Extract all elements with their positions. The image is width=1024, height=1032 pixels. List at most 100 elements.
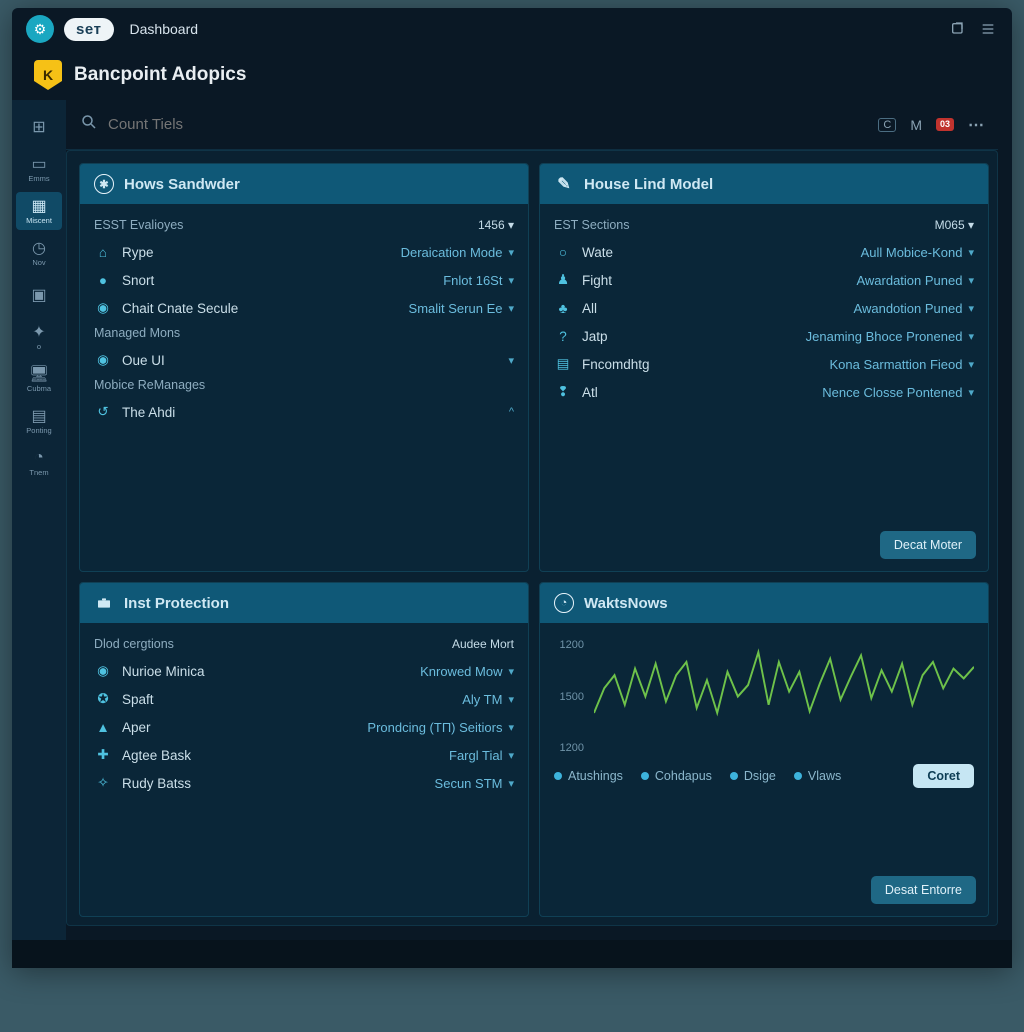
- sidebar-item-8[interactable]: ◔Tnem: [16, 444, 62, 482]
- page-title: Dashboard: [130, 21, 199, 37]
- legend-item[interactable]: Dsige: [730, 769, 776, 783]
- controls-c-icon[interactable]: С: [878, 118, 896, 132]
- footer-strip: [12, 940, 1012, 968]
- section-label: ESST Evalioyes: [94, 218, 183, 232]
- setting-row[interactable]: ●SnortFnlot 16St ▾: [94, 266, 514, 294]
- menu-list-icon[interactable]: [978, 19, 998, 39]
- sidebar-item-7[interactable]: ▤Ponting: [16, 402, 62, 440]
- panel2-badge: M065 ▾: [935, 218, 974, 232]
- row-name: Chait Cnate Secule: [122, 301, 238, 316]
- row-value[interactable]: ^: [509, 406, 514, 418]
- sidebar-item-4[interactable]: ▣: [16, 276, 62, 314]
- panel2-section-label: EST Sections: [554, 218, 630, 232]
- sidebar: ⊞▭Emms▦Miscent◷Nov▣✦o🖥Cubma▤Ponting◔Tnem: [12, 100, 66, 940]
- row-value[interactable]: Fargl Tial ▾: [449, 748, 514, 763]
- row-name: Fight: [582, 273, 612, 288]
- decat-moter-button[interactable]: Decat Moter: [880, 531, 976, 559]
- sidebar-icon-3: ◷: [30, 239, 48, 257]
- setting-row[interactable]: ◉Chait Cnate SeculeSmalit Serun Ee ▾: [94, 294, 514, 322]
- row-value[interactable]: Knrowed Mow ▾: [420, 664, 514, 679]
- row-value[interactable]: Awandotion Puned ▾: [854, 301, 974, 316]
- row-name: At‪l: [582, 385, 598, 400]
- setting-row[interactable]: ↺The Ahdi ^: [94, 398, 514, 426]
- row-value[interactable]: Jenaming Bhoce Pronened ▾: [806, 329, 974, 344]
- sidebar-icon-6: 🖥: [30, 365, 48, 383]
- legend-dot-icon: [554, 772, 562, 780]
- row-value[interactable]: Aly TM ▾: [462, 692, 514, 707]
- legend-item[interactable]: Atushings: [554, 769, 623, 783]
- globe-icon: ✪: [94, 690, 112, 708]
- sidebar-label-1: Emms: [28, 175, 49, 183]
- row-value[interactable]: Deraication Mode ▾: [401, 245, 514, 260]
- row-value[interactable]: Secun STM ▾: [435, 776, 514, 791]
- setting-row[interactable]: ▲ Aper Prondcing (TП) Seitiors ▾: [94, 713, 514, 741]
- setting-row[interactable]: ❢At‪lNence Closse Pontened ▾: [554, 378, 974, 406]
- row-value[interactable]: Prondcing (TП) Seitiors ▾: [367, 720, 514, 735]
- list-icon: ▤: [554, 355, 572, 373]
- radio-icon: ◉: [94, 662, 112, 680]
- row-value[interactable]: Fnlot 16St ▾: [443, 273, 514, 288]
- setting-row[interactable]: ♟FightAwardation Puned ▾: [554, 266, 974, 294]
- logo-icon: ⚙: [26, 15, 54, 43]
- legend-dot-icon: [641, 772, 649, 780]
- legend-item[interactable]: Vlaws: [794, 769, 841, 783]
- row-value[interactable]: Aull Mobice-Kond ▾: [861, 245, 974, 260]
- sidebar-item-0[interactable]: ⊞: [16, 108, 62, 146]
- drop-icon: ●: [94, 271, 112, 289]
- row-name: Oue UI: [122, 353, 165, 368]
- setting-row[interactable]: ◉Oue UI ▾: [94, 346, 514, 374]
- user-letter[interactable]: M: [910, 117, 922, 133]
- setting-row[interactable]: ✧ Rudy Batss Secun STM ▾: [94, 769, 514, 797]
- sidebar-item-3[interactable]: ◷Nov: [16, 234, 62, 272]
- setting-row[interactable]: ✪SpaftAly TM ▾: [94, 685, 514, 713]
- panel-hows-sandwder: ✱ Hows Sandwder ESST Evalioyes1456 ▾⌂Ryp…: [79, 163, 529, 572]
- sidebar-item-6[interactable]: 🖥Cubma: [16, 360, 62, 398]
- help-icon: ?: [554, 327, 572, 345]
- sidebar-label-5: o: [37, 343, 41, 351]
- setting-row[interactable]: ✚ Agtee Bask Fargl Tial ▾: [94, 741, 514, 769]
- sidebar-icon-5: ✦: [30, 323, 48, 341]
- setting-row[interactable]: ◉Nurioe MinicaKnrowed Mow ▾: [94, 657, 514, 685]
- up-icon: ▲: [94, 718, 112, 736]
- sidebar-icon-1: ▭: [30, 155, 48, 173]
- setting-row[interactable]: ?JatpJenaming Bhoce Pronened ▾: [554, 322, 974, 350]
- desat-entorre-button[interactable]: Desat Entorre: [871, 876, 976, 904]
- notification-badge[interactable]: 03: [936, 118, 954, 131]
- setting-row[interactable]: ♣AllAwandotion Puned ▾: [554, 294, 974, 322]
- sidebar-item-5[interactable]: ✦o: [16, 318, 62, 356]
- row-name: Aper: [122, 720, 151, 735]
- row-value[interactable]: Kona Sarmattion Fieod ▾: [830, 357, 975, 372]
- sidebar-label-8: Tnem: [29, 469, 48, 477]
- section-label: Mobice ReManages: [94, 378, 205, 392]
- setting-row[interactable]: ▤ Fncomdhtg Kona Sarmattion Fieod ▾: [554, 350, 974, 378]
- plus-icon: ✚: [94, 746, 112, 764]
- row-name: Fncomdhtg: [582, 357, 650, 372]
- row-value[interactable]: Smalit Serun Ee ▾: [409, 301, 514, 316]
- legend-label: Vlaws: [808, 769, 841, 783]
- sidebar-label-7: Ponting: [26, 427, 51, 435]
- row-value[interactable]: Awardation Puned ▾: [856, 273, 974, 288]
- panel-house-lind-model: ✎ House Lind Model EST Sections M065 ▾ ○…: [539, 163, 989, 572]
- external-icon[interactable]: [948, 19, 968, 39]
- more-icon[interactable]: ⋯: [968, 115, 986, 135]
- model-icon: ✎: [554, 174, 574, 194]
- sidebar-item-1[interactable]: ▭ Emms: [16, 150, 62, 188]
- setting-row[interactable]: ○WateAull Mobice-Kond ▾: [554, 238, 974, 266]
- row-name: The Ahdi: [122, 405, 175, 420]
- sidebar-label-2: Miscent: [26, 217, 52, 225]
- chart-ylabel: 1200: [554, 639, 584, 651]
- chart-ylabel: 1200: [554, 742, 584, 754]
- row-value[interactable]: Nence Closse Pontened ▾: [822, 385, 974, 400]
- sidebar-item-2[interactable]: ▦Miscent: [16, 192, 62, 230]
- search-input[interactable]: [108, 116, 868, 133]
- search-icon: [80, 113, 98, 136]
- row-name: Rudy Batss: [122, 776, 191, 791]
- star-icon: ✧: [94, 774, 112, 792]
- row-name: Agtee Bask: [122, 748, 191, 763]
- searchbar: С M 03 ⋯: [66, 100, 998, 150]
- row-value[interactable]: ▾: [508, 354, 514, 367]
- legend-item[interactable]: Cohdapus: [641, 769, 712, 783]
- row-name: Rype: [122, 245, 154, 260]
- setting-row[interactable]: ⌂RypeDeraication Mode ▾: [94, 238, 514, 266]
- coret-button[interactable]: Coret: [913, 764, 974, 788]
